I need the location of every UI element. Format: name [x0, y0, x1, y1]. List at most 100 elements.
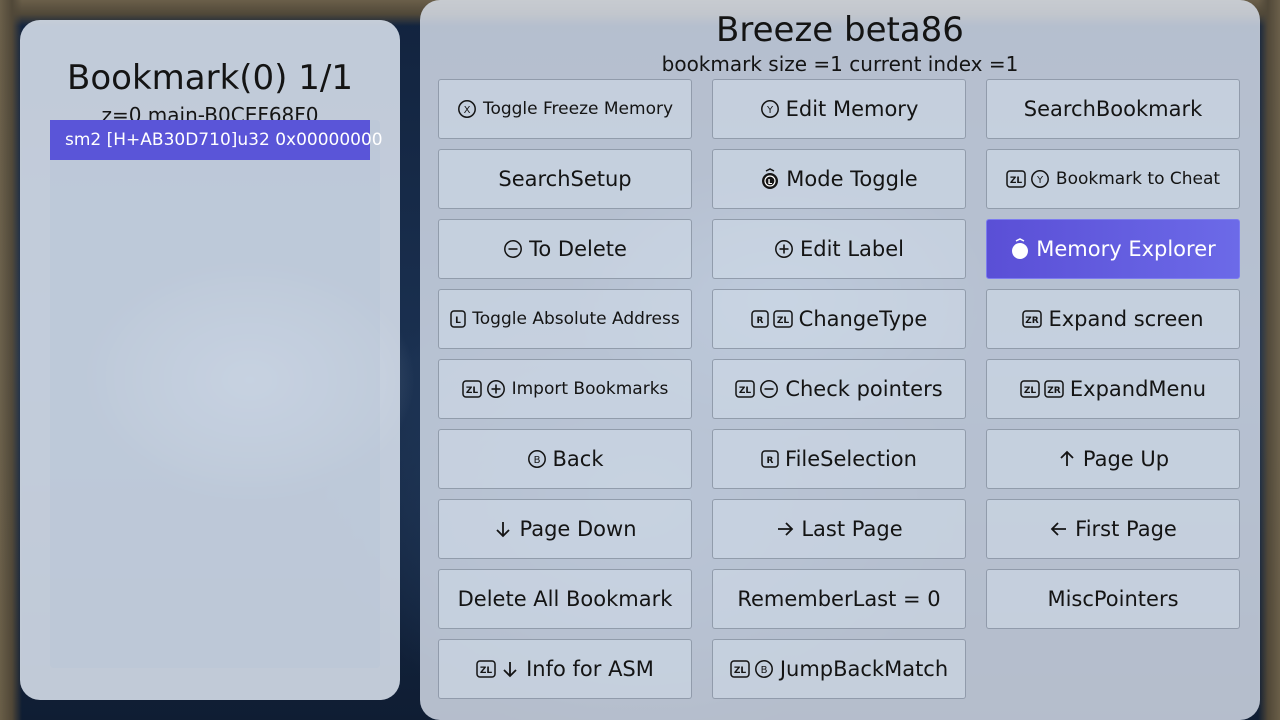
zl-button-icon: ZL — [476, 660, 496, 678]
zl-button-icon: ZL — [772, 310, 793, 328]
svg-text:R: R — [1018, 248, 1024, 256]
info-for-asm-button[interactable]: ZL Info for ASM — [438, 639, 692, 699]
r-button-icon: R — [750, 310, 769, 328]
fileselection-button[interactable]: R FileSelection — [712, 429, 966, 489]
bookmark-to-cheat-button[interactable]: ZL Y Bookmark to Cheat — [986, 149, 1240, 209]
svg-text:B: B — [760, 665, 767, 676]
arrow-right-icon — [775, 519, 795, 539]
button-label: Page Up — [1082, 447, 1170, 471]
zl-button-icon: ZL — [1006, 170, 1026, 188]
right-stick-icon: R — [1010, 238, 1030, 260]
miscpointers-button[interactable]: MiscPointers — [986, 569, 1240, 629]
b-button-icon: B — [527, 449, 547, 469]
l-button-icon: L — [450, 310, 466, 328]
back-button[interactable]: B Back — [438, 429, 692, 489]
x-button-icon: X — [457, 99, 477, 119]
button-label: MiscPointers — [1047, 587, 1179, 611]
button-label: Check pointers — [785, 377, 943, 401]
svg-text:R: R — [767, 456, 774, 466]
arrow-up-icon — [1057, 449, 1077, 469]
svg-text:ZL: ZL — [480, 666, 493, 676]
rememberlast-0-button[interactable]: RememberLast = 0 — [712, 569, 966, 629]
svg-text:ZL: ZL — [465, 386, 478, 396]
button-label: Memory Explorer — [1036, 237, 1216, 261]
svg-text:R: R — [756, 316, 763, 326]
edit-memory-button[interactable]: Y Edit Memory — [712, 79, 966, 139]
svg-text:Y: Y — [766, 105, 774, 116]
button-label: Delete All Bookmark — [457, 587, 673, 611]
page-up-button[interactable]: Page Up — [986, 429, 1240, 489]
y-button-icon: Y — [1030, 169, 1050, 189]
button-label: To Delete — [529, 237, 627, 261]
button-label: Info for ASM — [526, 657, 654, 681]
button-label: Page Down — [519, 517, 637, 541]
delete-all-bookmark-button[interactable]: Delete All Bookmark — [438, 569, 692, 629]
button-label: Toggle Freeze Memory — [482, 99, 674, 119]
expand-screen-button[interactable]: ZR Expand screen — [986, 289, 1240, 349]
first-page-button[interactable]: First Page — [986, 499, 1240, 559]
button-label: RememberLast = 0 — [737, 587, 941, 611]
menu-panel: Breeze beta86 bookmark size =1 current i… — [420, 0, 1260, 720]
left-stick-icon: L — [760, 168, 780, 190]
button-label: JumpBackMatch — [779, 657, 949, 681]
memory-explorer-button[interactable]: R Memory Explorer — [986, 219, 1240, 279]
toggle-freeze-memory-button[interactable]: X Toggle Freeze Memory — [438, 79, 692, 139]
to-delete-button[interactable]: To Delete — [438, 219, 692, 279]
button-label: Edit Label — [800, 237, 904, 261]
button-label: FileSelection — [785, 447, 917, 471]
bookmark-status: bookmark size =1 current index =1 — [661, 52, 1019, 76]
svg-text:ZL: ZL — [1010, 176, 1023, 186]
bookmark-list-item[interactable]: sm2 [H+AB30D710]u32 0x00000000 — [50, 120, 383, 160]
svg-text:ZL: ZL — [739, 386, 752, 396]
button-label: Edit Memory — [785, 97, 919, 121]
button-label: ExpandMenu — [1069, 377, 1207, 401]
bookmark-panel: Bookmark(0) 1/1 z=0 main-B0CEF68F0 sm2 [… — [20, 20, 400, 700]
svg-text:ZL: ZL — [734, 666, 747, 676]
button-label: First Page — [1075, 517, 1177, 541]
arrow-down-icon — [500, 659, 520, 679]
svg-text:ZR: ZR — [1026, 316, 1040, 326]
zr-button-icon: ZR — [1022, 310, 1043, 328]
y-button-icon: Y — [760, 99, 780, 119]
page-down-button[interactable]: Page Down — [438, 499, 692, 559]
button-label: Last Page — [801, 517, 903, 541]
import-bookmarks-button[interactable]: ZL Import Bookmarks — [438, 359, 692, 419]
zr-button-icon: ZR — [1044, 380, 1064, 398]
zl-button-icon: ZL — [1020, 380, 1040, 398]
button-label: Bookmark to Cheat — [1055, 169, 1221, 189]
button-label: Toggle Absolute Address — [472, 309, 680, 329]
last-page-button[interactable]: Last Page — [712, 499, 966, 559]
button-label: SearchSetup — [498, 167, 632, 191]
svg-text:ZL: ZL — [777, 316, 790, 326]
svg-text:B: B — [533, 455, 540, 466]
searchbookmark-button[interactable]: SearchBookmark — [986, 79, 1240, 139]
button-label: Mode Toggle — [786, 167, 918, 191]
app-title: Breeze beta86 — [716, 10, 964, 50]
changetype-button[interactable]: R ZL ChangeType — [712, 289, 966, 349]
expandmenu-button[interactable]: ZL ZR ExpandMenu — [986, 359, 1240, 419]
zl-button-icon: ZL — [730, 660, 750, 678]
jumpbackmatch-button[interactable]: ZL B JumpBackMatch — [712, 639, 966, 699]
b-button-icon: B — [754, 659, 774, 679]
zl-button-icon: ZL — [735, 380, 756, 398]
arrow-down-icon — [493, 519, 513, 539]
button-label: ChangeType — [798, 307, 928, 331]
plus-button-icon — [486, 379, 506, 399]
minus-button-icon — [759, 379, 779, 399]
svg-text:ZR: ZR — [1047, 386, 1061, 396]
bookmark-list[interactable]: sm2 [H+AB30D710]u32 0x00000000 — [50, 120, 383, 668]
searchsetup-button[interactable]: SearchSetup — [438, 149, 692, 209]
svg-text:Y: Y — [1036, 175, 1044, 186]
svg-text:ZL: ZL — [1024, 386, 1037, 396]
minus-button-icon — [503, 239, 523, 259]
button-label: Import Bookmarks — [511, 379, 669, 399]
edit-label-button[interactable]: Edit Label — [712, 219, 966, 279]
button-label: SearchBookmark — [1023, 97, 1203, 121]
check-pointers-button[interactable]: ZL Check pointers — [712, 359, 966, 419]
toggle-absolute-address-button[interactable]: L Toggle Absolute Address — [438, 289, 692, 349]
plus-button-icon — [774, 239, 794, 259]
mode-toggle-button[interactable]: L Mode Toggle — [712, 149, 966, 209]
button-label: Back — [552, 447, 604, 471]
svg-text:L: L — [768, 178, 773, 186]
arrow-left-icon — [1049, 519, 1069, 539]
